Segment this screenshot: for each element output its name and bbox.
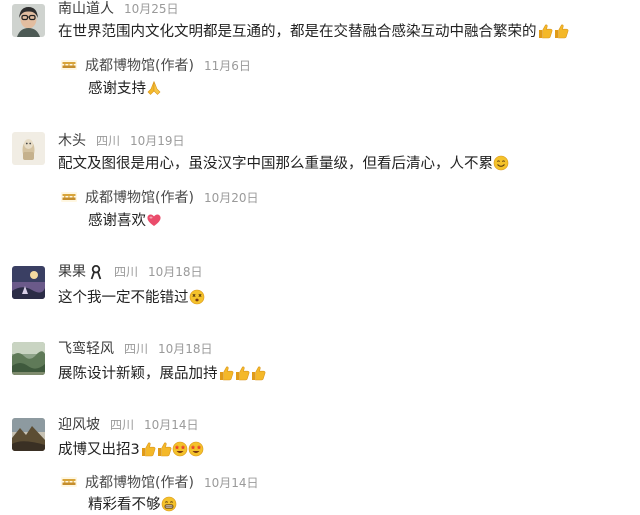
reply-text-content: 精彩看不够: [88, 497, 161, 513]
museum-logo-icon: [61, 192, 77, 202]
avatar-photo: [12, 418, 45, 451]
user-name[interactable]: 南山道人: [58, 0, 114, 19]
comment-text: 成博又出招3: [58, 440, 204, 460]
user-avatar[interactable]: [12, 418, 45, 451]
museum-logo-icon: [61, 477, 77, 487]
smile-face-icon: [493, 155, 509, 171]
heart-icon: [146, 212, 162, 228]
thumbs-up-icon: [537, 23, 553, 39]
thumbs-up-icon: [553, 23, 569, 39]
user-avatar[interactable]: [12, 4, 45, 37]
thumbs-up-icon: [156, 441, 172, 457]
reply-date: 10月20日: [203, 190, 259, 205]
user-location: 四川: [124, 342, 149, 356]
reply-author-name[interactable]: 成都博物馆(作者): [85, 55, 194, 75]
author-reply-header: 成都博物馆(作者) 10月14日: [61, 472, 258, 492]
user-location: 四川: [110, 418, 135, 432]
comment-text: 这个我一定不能错过: [58, 288, 205, 308]
comment-text: 配文及图很是用心，虽没汉字中国那么重量级，但看后清心，人不累: [58, 154, 509, 174]
reply-text-content: 感谢喜欢: [88, 213, 146, 229]
user-avatar[interactable]: [12, 342, 45, 375]
user-location: 四川: [114, 265, 139, 279]
comment-text-content: 配文及图很是用心，虽没汉字中国那么重量级，但看后清心，人不累: [58, 156, 493, 172]
avatar-photo: [12, 342, 45, 375]
comment-date: 10月19日: [130, 134, 185, 148]
reply-date: 11月6日: [203, 58, 251, 73]
comment-date: 10月18日: [158, 342, 213, 356]
author-reply-header: 成都博物馆(作者) 11月6日: [61, 55, 251, 75]
reply-text: 感谢喜欢: [88, 211, 162, 231]
user-name[interactable]: 果果: [58, 262, 86, 282]
comment-date: 10月25日: [124, 2, 179, 16]
thumbs-up-icon: [140, 441, 156, 457]
avatar-photo: [12, 4, 45, 37]
comment-text: 展陈设计新颖，展品加持: [58, 364, 266, 384]
reply-date: 10月14日: [203, 475, 259, 490]
grin-face-icon: [161, 496, 177, 512]
thumbs-up-icon: [218, 365, 234, 381]
reply-text: 精彩看不够: [88, 495, 177, 515]
user-avatar[interactable]: [12, 132, 45, 165]
reply-text-content: 感谢支持: [88, 81, 146, 97]
comment-date: 10月14日: [144, 418, 199, 432]
thumbs-up-icon: [234, 365, 250, 381]
user-name[interactable]: 迎风坡: [58, 415, 100, 435]
praying-hands-icon: [146, 80, 162, 96]
dizzy-face-icon: [189, 289, 205, 305]
comment-text-content: 成博又出招3: [58, 442, 140, 458]
user-name[interactable]: 飞鸾轻风: [58, 339, 114, 359]
comment-text: 在世界范围内文化文明都是互通的，都是在交替融合感染互动中融合繁荣的: [58, 22, 569, 42]
thumbs-up-icon: [250, 365, 266, 381]
comment-date: 10月18日: [148, 265, 203, 279]
ribbon-icon: [88, 264, 104, 280]
reply-author-name[interactable]: 成都博物馆(作者): [85, 472, 194, 492]
museum-logo-icon: [61, 60, 77, 70]
author-reply-header: 成都博物馆(作者) 10月20日: [61, 187, 258, 207]
user-location: 四川: [96, 134, 121, 148]
reply-text: 感谢支持: [88, 79, 162, 99]
avatar-photo: [12, 266, 45, 299]
user-name[interactable]: 木头: [58, 131, 86, 151]
comment-text-content: 这个我一定不能错过: [58, 290, 189, 306]
comment-text-content: 在世界范围内文化文明都是互通的，都是在交替融合感染互动中融合繁荣的: [58, 24, 537, 40]
starstruck-face-icon: [172, 441, 188, 457]
starstruck-face-icon: [188, 441, 204, 457]
reply-author-name[interactable]: 成都博物馆(作者): [85, 187, 194, 207]
avatar-photo: [12, 132, 45, 165]
user-avatar[interactable]: [12, 266, 45, 299]
comment-text-content: 展陈设计新颖，展品加持: [58, 366, 218, 382]
